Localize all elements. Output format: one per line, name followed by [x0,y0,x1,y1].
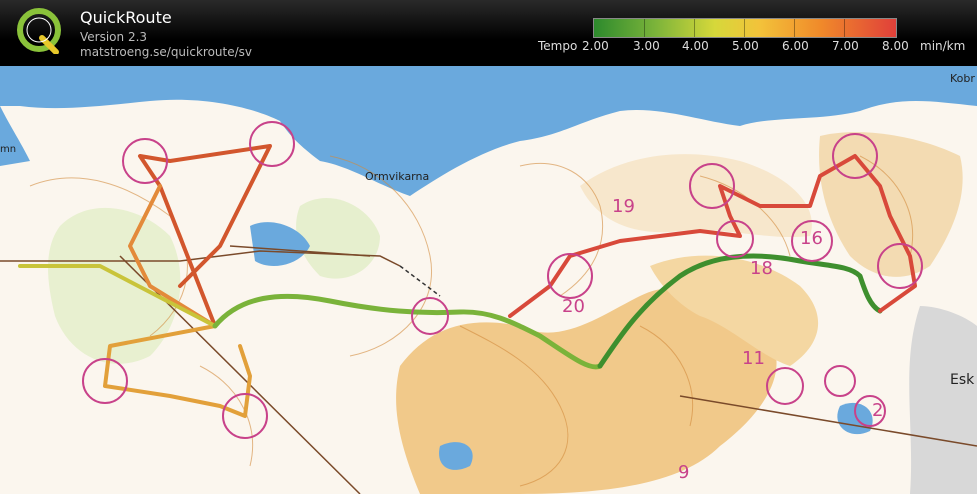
legend-tick: 7.00 [832,39,859,53]
legend-tick: 2.00 [582,39,609,53]
control-number: 9 [678,462,689,483]
place-label: Kobr [950,72,975,85]
map-canvas[interactable]: Ormvikarna Kobr Esk mn 19 16 18 20 11 9 … [0,66,977,494]
place-label: Ormvikarna [365,170,429,183]
app-title: QuickRoute [80,8,172,27]
place-label: mn [0,144,16,155]
pace-color-scale [593,18,897,38]
app-version: Version 2.3 [80,30,148,44]
legend-tick: 5.00 [732,39,759,53]
control-number: 19 [612,196,635,217]
legend-tick: 4.00 [682,39,709,53]
quickroute-window: QuickRoute Version 2.3 matstroeng.se/qui… [0,0,977,494]
header-bar: QuickRoute Version 2.3 matstroeng.se/qui… [0,0,977,66]
legend-tick: 3.00 [633,39,660,53]
quickroute-logo [17,8,61,54]
control-number: 11 [742,348,765,369]
app-url: matstroeng.se/quickroute/sv [80,45,253,59]
legend-tick: 6.00 [782,39,809,53]
control-number: 20 [562,296,585,317]
control-number: 16 [800,228,823,249]
place-label: Esk [950,372,975,388]
control-number: 18 [750,258,773,279]
orienteering-map[interactable]: Ormvikarna Kobr Esk mn 19 16 18 20 11 9 … [0,66,977,494]
pace-legend: Tempo 2.00 3.00 4.00 5.00 6.00 7.00 8.00… [530,18,970,58]
legend-tick: 8.00 [882,39,909,53]
legend-unit: min/km [920,39,966,53]
control-number: 2 [872,400,883,421]
legend-prefix: Tempo [538,39,578,53]
